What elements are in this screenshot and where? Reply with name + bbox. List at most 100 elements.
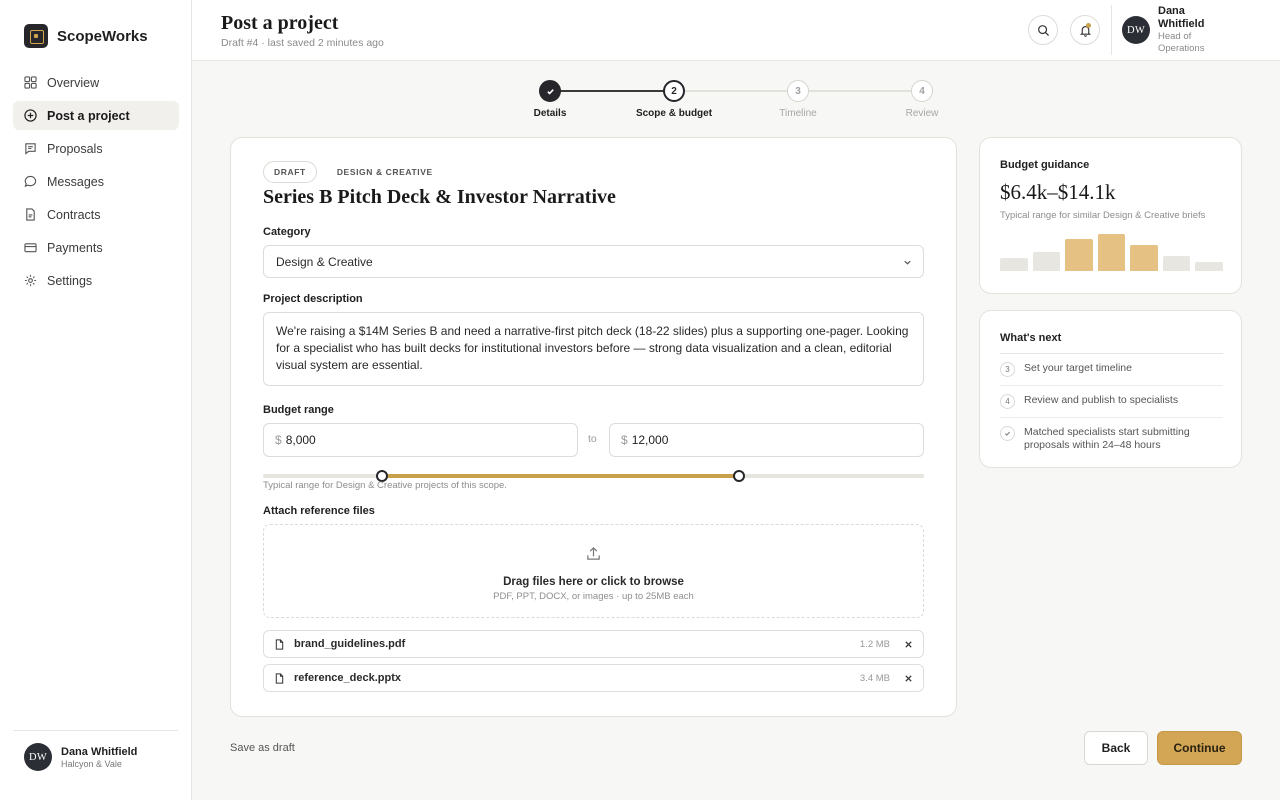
- file-icon: [275, 672, 284, 684]
- upload-icon: [587, 546, 600, 560]
- search-button[interactable]: [1028, 15, 1058, 45]
- page-title: Post a project: [221, 12, 339, 34]
- check-icon: [546, 88, 554, 95]
- avatar: DW: [24, 743, 52, 771]
- step-label: Scope & budget: [635, 108, 713, 119]
- header-divider: [1111, 5, 1112, 55]
- slider-thumb-max[interactable]: [732, 470, 745, 482]
- step-number: 4: [1000, 394, 1015, 409]
- file-size: 1.2 MB: [859, 638, 890, 650]
- plus-circle-icon: [24, 109, 37, 122]
- sidebar-item-settings[interactable]: Settings: [13, 266, 179, 295]
- budget-hint: Typical range for Design & Creative proj…: [263, 480, 507, 491]
- attached-file: brand_guidelines.pdf 1.2 MB: [263, 630, 924, 658]
- step-scope-budget[interactable]: 2 Scope & budget: [624, 80, 724, 119]
- brand-name: ScopeWorks: [57, 27, 148, 45]
- sidebar-item-messages[interactable]: Messages: [13, 167, 179, 196]
- brand[interactable]: ScopeWorks: [24, 24, 148, 48]
- distribution-bar: [1065, 238, 1093, 271]
- continue-button[interactable]: Continue: [1157, 731, 1242, 765]
- sidebar: ScopeWorks Overview Post a project Propo…: [0, 0, 192, 800]
- next-title: What's next: [1000, 332, 1062, 344]
- step-circle: [539, 80, 561, 102]
- user-name: Dana Whitfield: [61, 745, 138, 758]
- description-label: Project description: [263, 293, 363, 305]
- message-square-icon: [25, 143, 36, 155]
- sidebar-item-label: Contracts: [47, 207, 101, 222]
- sidebar-item-payments[interactable]: Payments: [13, 233, 179, 262]
- sidebar-item-contracts[interactable]: Contracts: [13, 200, 179, 229]
- budget-min-value: 8,000: [285, 433, 316, 447]
- budget-guidance-card: Budget guidance $6.4k–$14.1k Typical ran…: [979, 137, 1242, 294]
- notifications-button[interactable]: [1070, 15, 1100, 45]
- description-textarea[interactable]: We're raising a $14M Series B and need a…: [263, 312, 924, 386]
- list-item: 4 Review and publish to specialists: [1000, 386, 1223, 418]
- sidebar-item-label: Messages: [47, 174, 104, 189]
- guidance-subtitle: Typical range for similar Design & Creat…: [1000, 210, 1206, 221]
- list-item: 3 Set your target timeline: [1000, 354, 1223, 386]
- header: Post a project Draft #4 · last saved 2 m…: [192, 0, 1280, 61]
- guidance-title: Budget guidance: [1000, 159, 1090, 171]
- avatar: DW: [1122, 16, 1150, 44]
- sidebar-item-proposals[interactable]: Proposals: [13, 134, 179, 163]
- budget-max-value: 12,000: [631, 433, 669, 447]
- next-item-text: Matched specialists start submitting pro…: [1024, 426, 1190, 451]
- step-circle: 3: [787, 80, 809, 102]
- sidebar-item-label: Payments: [47, 240, 103, 255]
- category-select[interactable]: Design & Creative: [263, 245, 924, 278]
- grid-icon: [24, 76, 37, 89]
- status-badge: DRAFT: [263, 161, 317, 183]
- notification-dot: [1086, 23, 1091, 28]
- file-icon: [26, 208, 35, 221]
- close-icon[interactable]: [904, 640, 913, 649]
- card-icon: [24, 243, 37, 253]
- step-review[interactable]: 4 Review: [872, 80, 972, 119]
- category-badge: DESIGN & CREATIVE: [336, 167, 433, 177]
- category-value: Design & Creative: [276, 255, 373, 269]
- category-label: Category: [263, 226, 311, 238]
- sidebar-item-post-project[interactable]: Post a project: [13, 101, 179, 130]
- step-timeline[interactable]: 3 Timeline: [748, 80, 848, 119]
- user-role: Head of Operations: [1158, 31, 1205, 54]
- distribution-bar: [1130, 245, 1158, 271]
- dropzone-hint: PDF, PPT, DOCX, or images · up to 25MB e…: [493, 591, 694, 602]
- progress-stepper: Details 2 Scope & budget 3 Timeline 4 Re…: [520, 80, 960, 125]
- budget-min-input[interactable]: $8,000: [263, 423, 578, 457]
- step-label: Review: [905, 108, 939, 119]
- step-number: 3: [1000, 362, 1015, 377]
- step-details[interactable]: Details: [500, 80, 600, 119]
- currency-symbol: $: [621, 433, 628, 447]
- sidebar-user[interactable]: DW Dana Whitfield Halcyon & Vale: [13, 730, 178, 771]
- next-item-text: Set your target timeline: [1024, 362, 1132, 374]
- file-dropzone[interactable]: Drag files here or click to browse PDF, …: [263, 524, 924, 618]
- save-draft-link[interactable]: Save as draft: [230, 742, 295, 754]
- whats-next-card: What's next 3 Set your target timeline 4…: [979, 310, 1242, 468]
- attached-file: reference_deck.pptx 3.4 MB: [263, 664, 924, 692]
- budget-max-input[interactable]: $12,000: [609, 423, 924, 457]
- project-title: Series B Pitch Deck & Investor Narrative: [263, 186, 616, 208]
- step-marker: [1000, 426, 1015, 441]
- step-label: Timeline: [779, 108, 817, 119]
- back-button[interactable]: Back: [1084, 731, 1148, 765]
- message-circle-icon: [24, 175, 37, 188]
- file-name: reference_deck.pptx: [294, 672, 401, 684]
- currency-symbol: $: [275, 433, 282, 447]
- distribution-bar: [1032, 251, 1061, 271]
- project-chips: DRAFT DESIGN & CREATIVE: [263, 161, 433, 183]
- list-item: Matched specialists start submitting pro…: [1000, 418, 1223, 460]
- sidebar-item-overview[interactable]: Overview: [13, 68, 179, 97]
- distribution-bar: [1097, 234, 1126, 271]
- sidebar-item-label: Overview: [47, 75, 100, 90]
- close-icon[interactable]: [904, 674, 913, 683]
- next-item-text: Review and publish to specialists: [1024, 394, 1179, 406]
- sidebar-nav: Overview Post a project Proposals Messag…: [13, 68, 179, 299]
- distribution-bar: [1195, 262, 1223, 271]
- distribution-bar: [1000, 258, 1028, 271]
- gear-icon: [24, 274, 37, 287]
- check-icon: [1005, 431, 1010, 436]
- sidebar-item-label: Proposals: [47, 141, 103, 156]
- budget-label: Budget range: [263, 404, 334, 416]
- step-circle: 4: [911, 80, 933, 102]
- header-user[interactable]: DW Dana Whitfield Head of Operations: [1122, 5, 1218, 55]
- sidebar-item-label: Settings: [47, 273, 93, 288]
